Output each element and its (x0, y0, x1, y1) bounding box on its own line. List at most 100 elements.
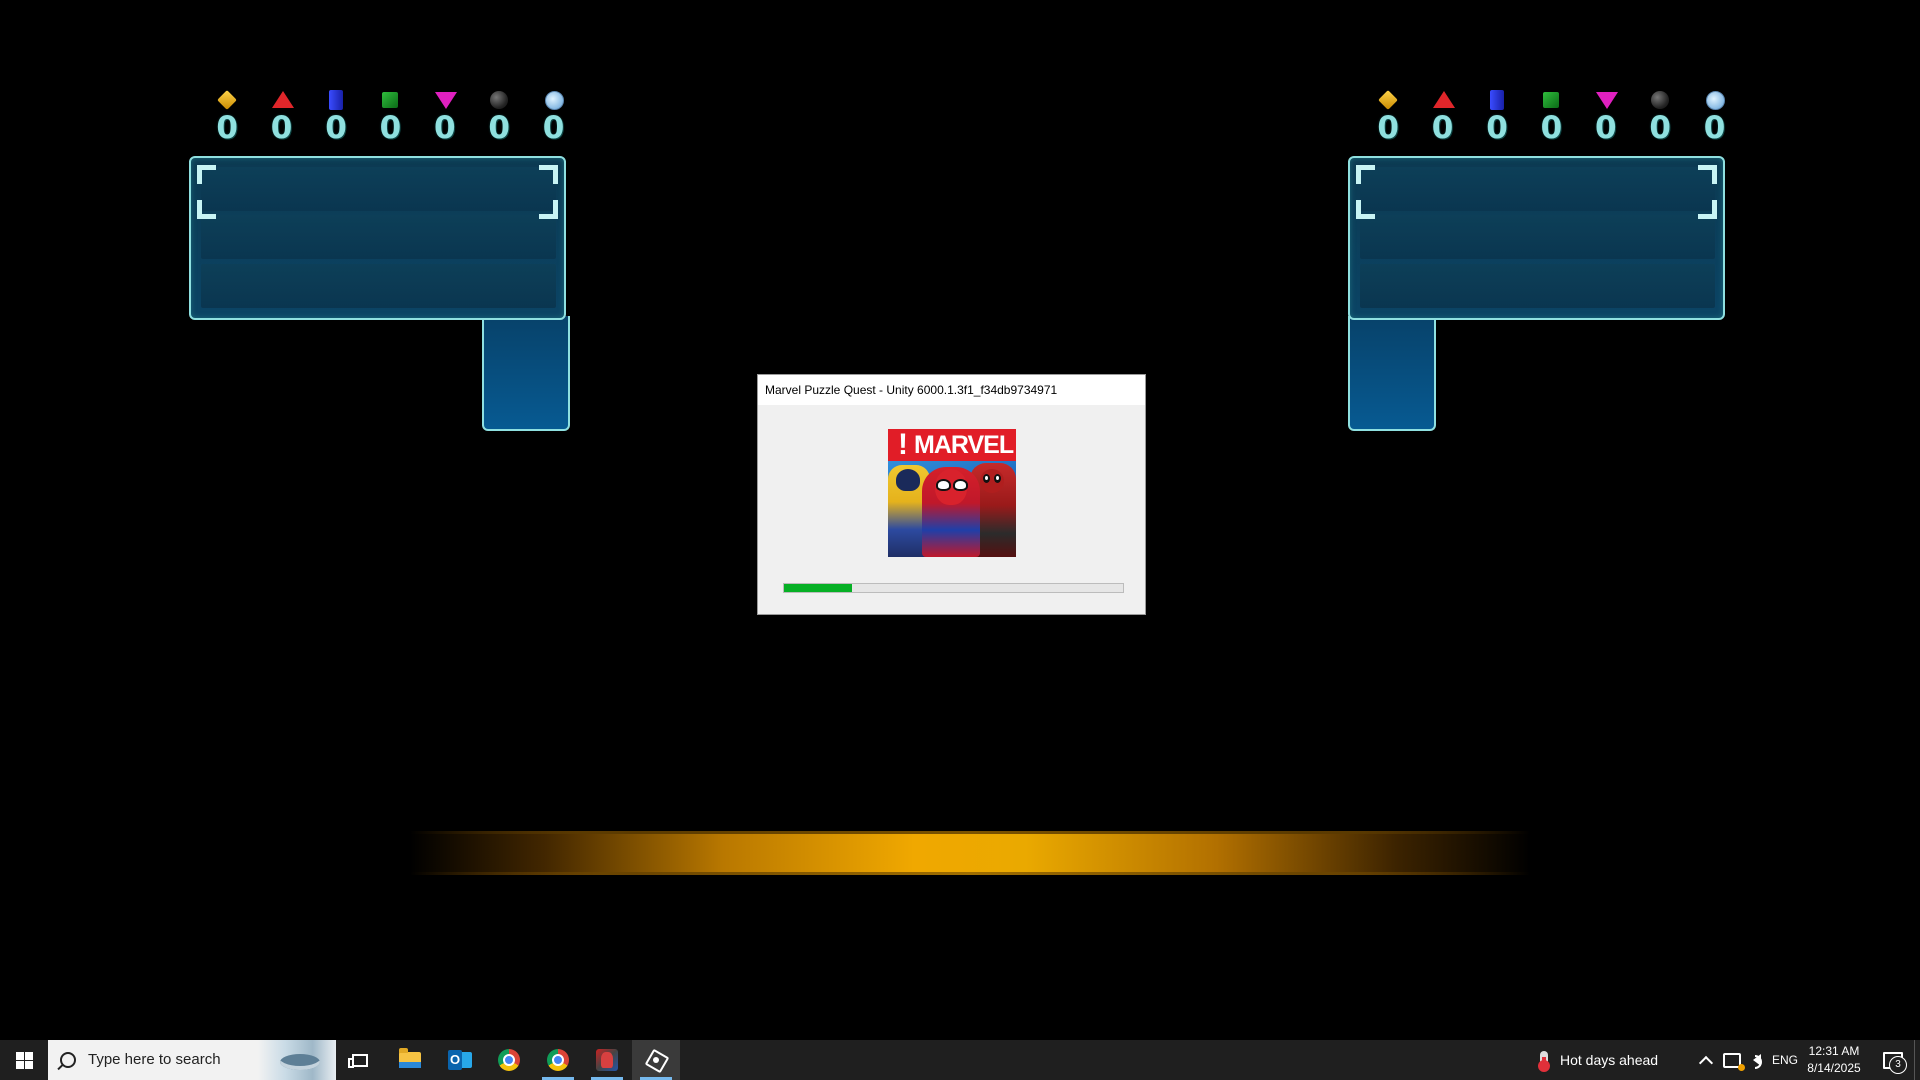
outlook-button[interactable]: O (436, 1040, 484, 1080)
weather-widget[interactable]: Hot days ahead (1538, 1040, 1659, 1080)
gem-count: 0 (542, 110, 565, 146)
purple-gem-icon (434, 90, 457, 110)
right-gem-counters: 0 0 0 0 0 0 0 (1361, 90, 1742, 144)
gem-count: 0 (1594, 110, 1617, 146)
hero-slot-1 (1360, 167, 1715, 211)
marvel-puzzle-quest-button[interactable] (583, 1040, 631, 1080)
selection-bracket (539, 200, 558, 219)
selection-bracket (1356, 165, 1375, 184)
chrome-button[interactable] (485, 1040, 533, 1080)
team-up-gem-icon (1705, 90, 1725, 110)
selection-bracket (1698, 200, 1717, 219)
team-up-gem-counter: 0 (1687, 90, 1741, 144)
gem-count: 0 (1431, 110, 1454, 146)
marvel-logo-text: MARVEL (914, 431, 1014, 459)
yellow-gem-counter: 0 (1361, 90, 1415, 144)
right-hero-slots (1348, 156, 1725, 320)
file-explorer-button[interactable] (386, 1040, 434, 1080)
gem-count: 0 (270, 110, 293, 146)
loading-dialog: Marvel Puzzle Quest - Unity 6000.1.3f1_f… (757, 374, 1146, 615)
right-portrait-slot (1348, 316, 1436, 431)
search-icon (60, 1052, 76, 1068)
unity-icon (646, 1050, 666, 1070)
black-gem-counter: 0 (472, 90, 526, 144)
chrome-button-running[interactable] (534, 1040, 582, 1080)
purple-gem-counter: 0 (418, 90, 472, 144)
left-gem-counters: 0 0 0 0 0 0 0 (200, 90, 581, 144)
red-gem-counter: 0 (254, 90, 308, 144)
selection-bracket (1356, 200, 1375, 219)
gold-glow-bar (410, 831, 1530, 875)
thermometer-icon (1538, 1051, 1550, 1072)
windows-logo-icon (15, 1051, 33, 1069)
dialog-title: Marvel Puzzle Quest - Unity 6000.1.3f1_f… (758, 375, 1145, 405)
blue-gem-icon (326, 90, 346, 110)
show-desktop-button[interactable] (1914, 1040, 1920, 1080)
gem-count: 0 (379, 110, 402, 146)
notification-center-button[interactable]: 3 (1873, 1040, 1913, 1080)
chrome-icon (498, 1049, 520, 1071)
team-up-gem-icon (544, 90, 564, 110)
blue-gem-counter: 0 (309, 90, 363, 144)
volume-button[interactable] (1746, 1040, 1768, 1080)
hero-slot-1 (201, 167, 556, 211)
clock-date: 8/14/2025 (1807, 1061, 1861, 1075)
left-hero-slots (189, 156, 566, 320)
gem-count: 0 (325, 110, 347, 146)
weather-text: Hot days ahead (1560, 1052, 1659, 1068)
unity-button[interactable] (632, 1040, 680, 1080)
gem-count: 0 (1486, 110, 1508, 146)
selection-bracket (539, 165, 558, 184)
volume-icon (1753, 1054, 1762, 1069)
spider-man-figure (922, 467, 980, 557)
green-gem-icon (1541, 90, 1561, 110)
red-gem-icon (271, 90, 294, 110)
red-gem-counter: 0 (1415, 90, 1469, 144)
language-indicator[interactable]: ENG (1770, 1040, 1800, 1080)
loading-progress-fill (784, 584, 852, 592)
search-placeholder: Type here to search (88, 1051, 221, 1068)
blue-gem-icon (1487, 90, 1507, 110)
gem-count: 0 (1377, 110, 1399, 146)
marvel-puzzle-quest-icon (596, 1049, 618, 1071)
task-view-button[interactable] (336, 1040, 384, 1080)
black-gem-icon (489, 90, 509, 110)
taskbar-search-box[interactable]: Type here to search (48, 1040, 336, 1080)
clock-time: 12:31 AM (1808, 1044, 1860, 1058)
gem-count: 0 (1649, 110, 1671, 146)
notification-badge: 3 (1889, 1056, 1907, 1074)
hero-slot-2 (1360, 215, 1715, 259)
chrome-icon (547, 1049, 569, 1071)
start-button[interactable] (0, 1040, 48, 1080)
taskbar: Type here to search O Hot days ahead ENG… (0, 1040, 1920, 1080)
red-gem-icon (1432, 90, 1455, 110)
show-hidden-icons-button[interactable] (1694, 1040, 1718, 1080)
search-highlight-image (258, 1040, 336, 1080)
green-gem-counter: 0 (363, 90, 417, 144)
yellow-gem-icon (217, 90, 238, 110)
taskbar-clock[interactable]: 12:31 AM 8/14/2025 (1800, 1040, 1868, 1080)
purple-gem-counter: 0 (1579, 90, 1633, 144)
gem-count: 0 (488, 110, 510, 146)
green-gem-icon (380, 90, 400, 110)
task-view-icon (348, 1053, 368, 1068)
yellow-gem-icon (1378, 90, 1399, 110)
left-portrait-slot (482, 316, 570, 431)
purple-gem-icon (1595, 90, 1618, 110)
left-team-panel (189, 156, 570, 433)
green-gem-counter: 0 (1524, 90, 1578, 144)
selection-bracket (1698, 165, 1717, 184)
team-up-gem-counter: 0 (526, 90, 580, 144)
splash-exclaim: ! (898, 429, 908, 461)
chevron-up-icon (1698, 1055, 1714, 1070)
gem-count: 0 (433, 110, 456, 146)
file-explorer-icon (399, 1048, 421, 1068)
black-gem-counter: 0 (1633, 90, 1687, 144)
network-button[interactable] (1720, 1040, 1745, 1080)
selection-bracket (197, 165, 216, 184)
yellow-gem-counter: 0 (200, 90, 254, 144)
blue-gem-counter: 0 (1470, 90, 1524, 144)
right-team-panel (1348, 156, 1725, 433)
selection-bracket (197, 200, 216, 219)
outlook-icon: O (448, 1049, 472, 1071)
